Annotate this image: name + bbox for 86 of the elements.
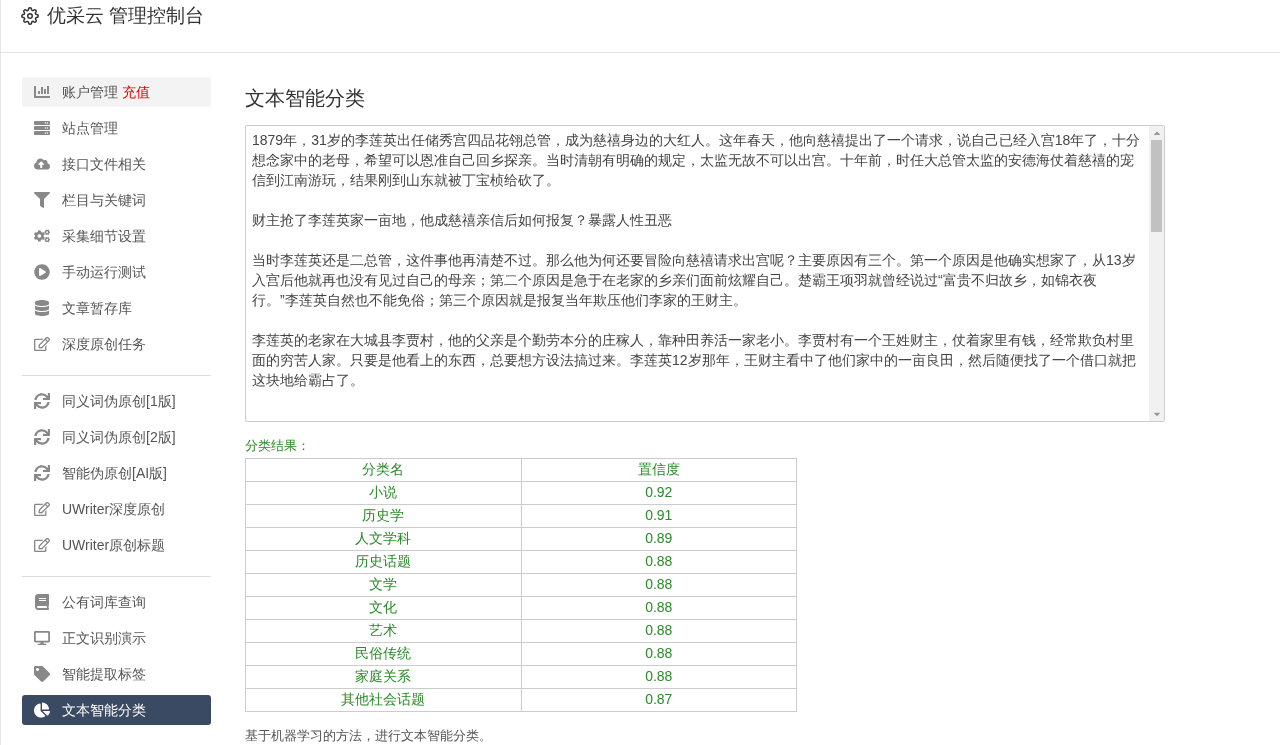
table-cell: 历史学 — [245, 504, 521, 527]
article-paragraph: 李莲英的老家在大城县李贾村，他的父亲是个勤劳本分的庄稼人，靠种田养活一家老小。李贾村有一个王姓财主，仗着家里有钱，经常欺负村里面的穷苦人家。只要是他看上的东西，总要想方设法搞过来。李莲英12岁那年，王财主看中了他们家中的一亩良田，然后随便找了一个借口就把这块地给霸占了。 — [252, 331, 1137, 390]
table-cell: 小说 — [245, 481, 521, 504]
bar-chart-icon — [34, 84, 50, 100]
sidebar-item[interactable]: 栏目与关键词 — [22, 185, 211, 215]
sidebar-label: 文本智能分类 — [62, 700, 146, 720]
sidebar-item[interactable]: 接口文件相关 — [22, 149, 211, 179]
page-title: 文本智能分类 — [245, 86, 366, 111]
cloud-upload-icon — [34, 156, 50, 172]
settings-icon — [21, 7, 39, 25]
sidebar-item[interactable]: 智能伪原创[AI版] — [22, 458, 211, 488]
play-icon — [34, 264, 50, 280]
sidebar-label: 正文识别演示 — [62, 628, 146, 648]
server-icon — [34, 120, 50, 136]
sidebar-item[interactable]: 正文识别演示 — [22, 623, 211, 653]
scrollbar[interactable] — [1149, 126, 1164, 421]
pie-chart-icon — [34, 702, 50, 718]
sidebar-item[interactable]: UWriter原创标题 — [22, 530, 211, 560]
sidebar-item[interactable]: 同义词伪原创[2版] — [22, 422, 211, 452]
table-cell: 0.91 — [521, 504, 797, 527]
sidebar-label: 接口文件相关 — [62, 154, 146, 174]
monitor-icon — [34, 630, 50, 646]
table-cell: 0.87 — [521, 688, 797, 711]
table-cell: 0.88 — [521, 642, 797, 665]
article-paragraph: 1879年，31岁的李莲英出任储秀宫四品花翎总管，成为慈禧身边的大红人。这年春天，他向慈禧提出了一个请求，说自己已经入宫18年了，十分想念家中的老母，希望可以恩准自己回乡探亲。当时清朝有明确的规定，太监无故不可以出宫。十年前，时任大总管太监的安德海仗着慈禧的宠信到江南游玩，结果刚到山东就被丁宝桢给砍了。 — [252, 131, 1142, 190]
sidebar-item[interactable]: 深度原创任务 — [22, 329, 211, 359]
scroll-thumb[interactable] — [1151, 140, 1162, 232]
table-cell: 文学 — [245, 573, 521, 596]
table-cell: 历史话题 — [245, 550, 521, 573]
refresh-icon — [34, 465, 50, 481]
sidebar-label: 智能提取标签 — [62, 664, 146, 684]
sidebar-label: 手动运行测试 — [62, 262, 146, 282]
sidebar-label: 同义词伪原创[2版] — [62, 427, 176, 447]
gears-icon — [34, 228, 50, 244]
sidebar-item[interactable]: 文章暂存库 — [22, 293, 211, 323]
database-icon — [34, 300, 50, 316]
column-header: 置信度 — [521, 458, 797, 481]
table-cell: 0.92 — [521, 481, 797, 504]
table-cell: 0.88 — [521, 619, 797, 642]
table-cell: 民俗传统 — [245, 642, 521, 665]
table-cell: 家庭关系 — [245, 665, 521, 688]
sidebar-item[interactable]: 智能提取标签 — [22, 659, 211, 689]
sidebar-item[interactable]: UWriter深度原创 — [22, 494, 211, 524]
table-cell: 文化 — [245, 596, 521, 619]
table-cell: 艺术 — [245, 619, 521, 642]
tag-icon — [34, 666, 50, 682]
edit-icon — [34, 537, 50, 553]
sidebar-label: 深度原创任务 — [62, 334, 146, 354]
table-cell: 其他社会话题 — [245, 688, 521, 711]
console-title: 优采云 管理控制台 — [47, 4, 205, 28]
text-area[interactable] — [245, 125, 1165, 422]
sidebar-label: 同义词伪原创[1版] — [62, 391, 176, 411]
sidebar-label: 站点管理 — [62, 118, 118, 138]
refresh-icon — [34, 393, 50, 409]
sidebar-label: 账户管理 — [62, 82, 118, 102]
recharge-link[interactable]: 充值 — [122, 81, 150, 103]
article-paragraph: 当时李莲英还是二总管，这件事他再清楚不过。那么他为何还要冒险向慈禧请求出宫呢？主要原因有三个。第一个原因是他确实想家了，从13岁入宫后他就再也没有见过自己的母亲；第二个原因是急于在老家的乡亲们面前炫耀自己。楚霸王项羽就曾经说过“富贵不归故乡，如锦衣夜行。”李莲英自然也不能免俗；第三个原因就是报复当年欺压他们李家的王财主。 — [252, 251, 1137, 310]
table-cell: 0.88 — [521, 596, 797, 619]
result-label: 分类结果： — [245, 437, 311, 455]
sidebar-label: 采集细节设置 — [62, 226, 146, 246]
sidebar-item[interactable]: 文本智能分类 — [22, 695, 211, 725]
sidebar-label: 公有词库查询 — [62, 592, 146, 612]
sidebar-item[interactable]: 采集细节设置 — [22, 221, 211, 251]
sidebar-label: 文章暂存库 — [62, 298, 132, 318]
footnote: 基于机器学习的方法，进行文本智能分类。 — [245, 726, 493, 745]
refresh-icon — [34, 429, 50, 445]
sidebar-item[interactable]: 账户管理 充值 — [22, 77, 211, 107]
filter-icon — [34, 192, 50, 208]
book-icon — [34, 594, 50, 610]
sidebar-item[interactable]: 站点管理 — [22, 113, 211, 143]
sidebar-label: 智能伪原创[AI版] — [62, 463, 167, 483]
sidebar-item[interactable]: 同义词伪原创[1版] — [22, 386, 211, 416]
table-cell: 0.88 — [521, 550, 797, 573]
sidebar-label: UWriter原创标题 — [62, 535, 166, 555]
table-cell: 人文学科 — [245, 527, 521, 550]
edit-icon — [34, 501, 50, 517]
table-cell: 0.88 — [521, 665, 797, 688]
table-cell: 0.89 — [521, 527, 797, 550]
column-header: 分类名 — [245, 458, 521, 481]
table-cell: 0.88 — [521, 573, 797, 596]
sidebar-label: UWriter深度原创 — [62, 499, 166, 519]
edit-icon — [34, 336, 50, 352]
sidebar-item[interactable]: 公有词库查询 — [22, 587, 211, 617]
article-paragraph: 财主抢了李莲英家一亩地，他成慈禧亲信后如何报复？暴露人性丑恶 — [252, 211, 673, 230]
sidebar-item[interactable]: 手动运行测试 — [22, 257, 211, 287]
sidebar-label: 栏目与关键词 — [62, 190, 146, 210]
